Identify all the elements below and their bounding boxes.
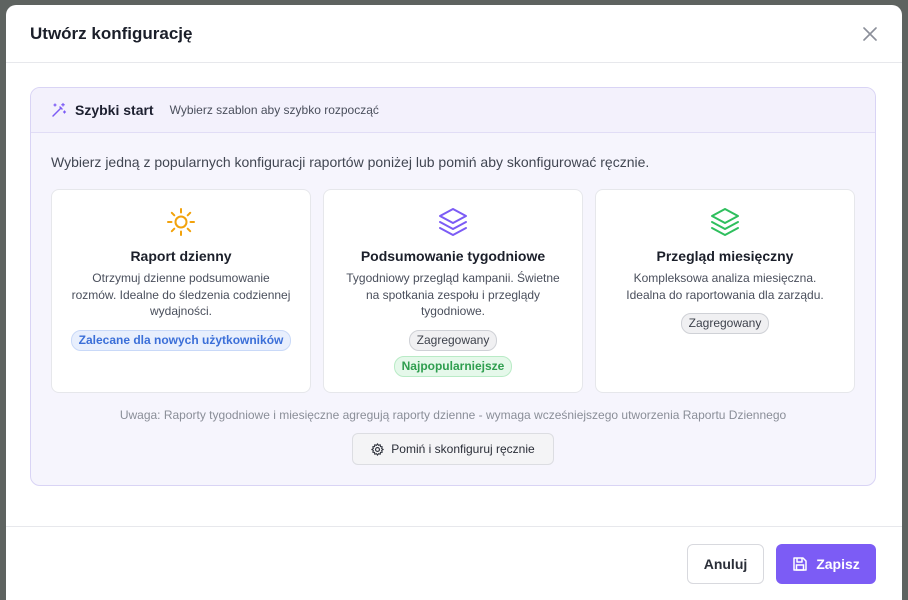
aggregated-badge: Zagregowany: [680, 313, 770, 334]
cancel-button[interactable]: Anuluj: [687, 544, 764, 584]
intro-text: Wybierz jedną z popularnych konfiguracji…: [51, 154, 650, 170]
dependency-note: Uwaga: Raporty tygodniowe i miesięczne a…: [119, 408, 787, 422]
close-icon: [863, 26, 877, 41]
gear-icon: [371, 442, 385, 456]
layers-icon: [437, 206, 469, 238]
card-description: Kompleksowa analiza miesięczna. Idealna …: [626, 271, 824, 302]
card-description: Otrzymuj dzienne podsumowanie rozmów. Id…: [71, 271, 291, 318]
most-popular-badge: Najpopularniejsze: [393, 355, 513, 377]
save-button[interactable]: Zapisz: [776, 544, 876, 584]
dialog-title: Utwórz konfigurację: [30, 23, 193, 43]
card-title: Podsumowanie tygodniowe: [360, 248, 546, 264]
recommended-badge: Zalecane dla nowych użytkowników: [70, 329, 292, 351]
magic-wand-icon: [51, 102, 67, 118]
template-card-weekly[interactable]: Podsumowanie tygodniowe Tygodniowy przeg…: [323, 189, 583, 393]
template-cards: Raport dzienny Otrzymuj dzienne podsumow…: [51, 189, 855, 393]
close-button[interactable]: [858, 22, 882, 46]
card-title: Przegląd miesięczny: [656, 248, 794, 264]
skip-manual-config-button[interactable]: Pomiń i skonfiguruj ręcznie: [352, 433, 554, 465]
quick-start-subtitle: Wybierz szablon aby szybko rozpocząć: [169, 103, 379, 117]
quick-start-header: Szybki start Wybierz szablon aby szybko …: [31, 88, 875, 133]
layers-icon: [709, 206, 741, 238]
create-config-dialog: Utwórz konfigurację Szybki start Wybierz…: [6, 5, 902, 600]
save-button-label: Zapisz: [816, 556, 860, 572]
card-description: Tygodniowy przegląd kampanii. Świetne na…: [346, 271, 560, 318]
card-title: Raport dzienny: [130, 248, 232, 264]
quick-start-title: Szybki start: [75, 102, 154, 118]
dialog-header: Utwórz konfigurację: [6, 5, 902, 63]
save-icon: [792, 556, 808, 572]
dialog-footer: Anuluj Zapisz: [6, 526, 902, 600]
template-card-monthly[interactable]: Przegląd miesięczny Kompleksowa analiza …: [595, 189, 855, 393]
aggregated-badge: Zagregowany: [408, 329, 498, 351]
skip-button-label: Pomiń i skonfiguruj ręcznie: [391, 442, 535, 456]
sun-icon: [165, 206, 197, 238]
quick-start-panel: Szybki start Wybierz szablon aby szybko …: [30, 87, 876, 486]
template-card-daily[interactable]: Raport dzienny Otrzymuj dzienne podsumow…: [51, 189, 311, 393]
